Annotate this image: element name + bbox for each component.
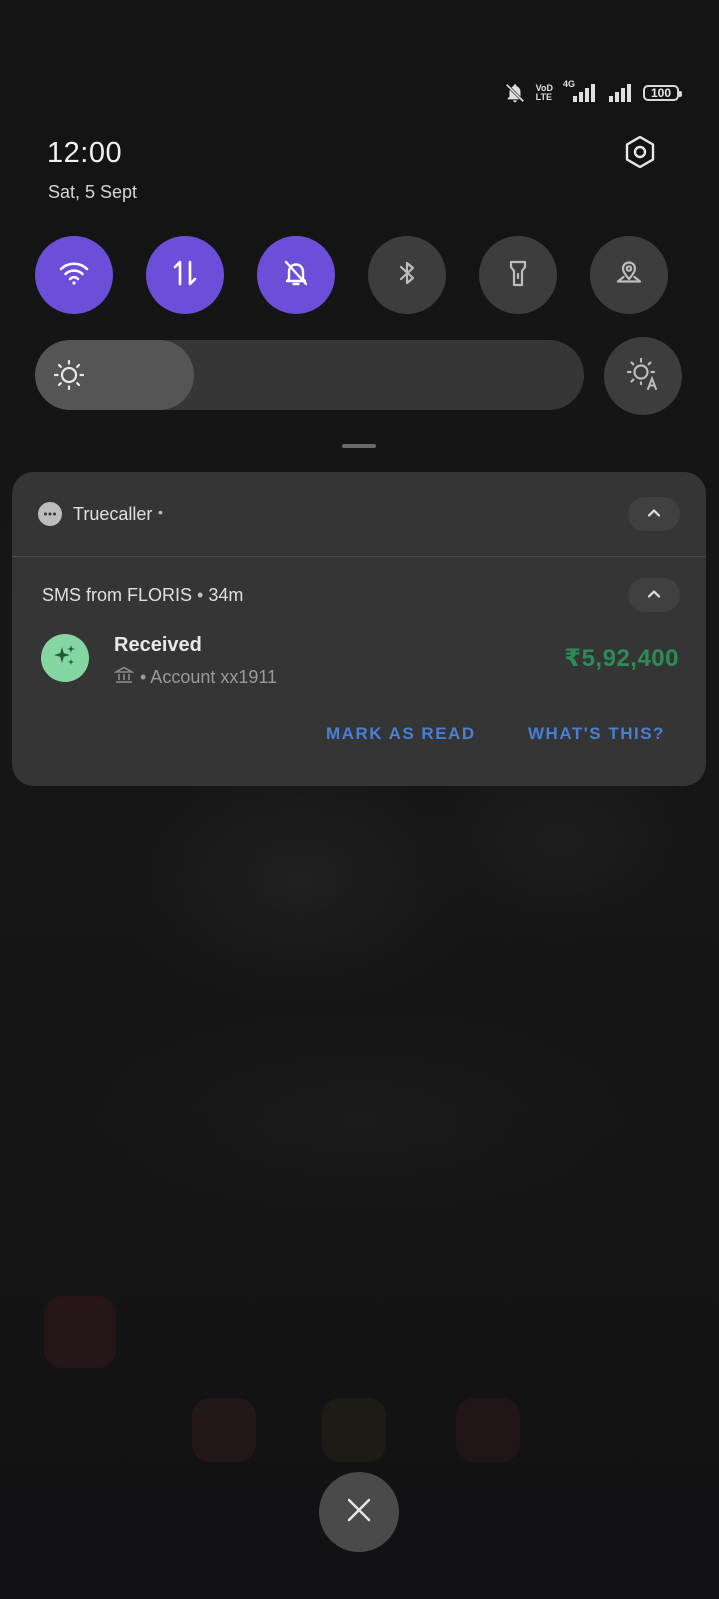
quick-settings-tiles — [35, 236, 679, 314]
collapse-sms-button[interactable] — [628, 578, 680, 612]
chevron-up-icon — [647, 586, 661, 604]
dimmed-app-icon — [322, 1398, 386, 1462]
auto-brightness-button[interactable] — [604, 337, 682, 415]
app-name: Truecaller — [73, 504, 153, 524]
battery-icon: 100 — [643, 85, 682, 101]
truecaller-notification[interactable]: Truecaller • SMS from FLORIS • 34m Recei… — [12, 472, 706, 786]
sms-age: 34m — [208, 585, 244, 605]
sms-sender: SMS from FLORIS — [42, 585, 193, 605]
volte-indicator: VoD LTE — [536, 84, 553, 102]
signal-icon — [607, 82, 633, 104]
whats-this-button[interactable]: WHAT'S THIS? — [528, 724, 665, 744]
signal-4g-icon: 4G — [563, 79, 597, 104]
sms-separator: • — [197, 585, 204, 605]
collapse-app-group-button[interactable] — [628, 497, 680, 531]
sender-avatar — [41, 634, 89, 682]
clock-time: 12:00 — [47, 137, 123, 169]
location-icon — [614, 258, 644, 293]
date-label: Sat, 5 Sept — [48, 182, 138, 202]
sms-header: SMS from FLORIS • 34m — [42, 585, 243, 606]
panel-drag-handle[interactable] — [342, 444, 376, 448]
app-name-dot: • — [158, 504, 163, 520]
bank-icon — [112, 665, 136, 690]
wifi-icon — [57, 256, 91, 295]
message-icon — [38, 502, 62, 526]
notification-divider — [12, 556, 706, 557]
battery-level: 100 — [650, 86, 672, 100]
mobile-data-tile[interactable] — [146, 236, 224, 314]
account-text: • Account xx1911 — [140, 667, 278, 687]
bluetooth-tile[interactable] — [368, 236, 446, 314]
flashlight-icon — [504, 258, 532, 293]
location-tile[interactable] — [590, 236, 668, 314]
bluetooth-icon — [393, 259, 421, 292]
do-not-disturb-tile[interactable] — [257, 236, 335, 314]
wifi-tile[interactable] — [35, 236, 113, 314]
sun-icon — [53, 359, 85, 396]
dimmed-app-icon — [192, 1398, 256, 1462]
notification-title: Received — [114, 634, 202, 656]
auto-brightness-icon — [625, 356, 661, 397]
flashlight-tile[interactable] — [479, 236, 557, 314]
network-type-label: 4G — [563, 79, 576, 89]
mobile-data-icon — [170, 258, 200, 293]
dnd-off-icon — [504, 82, 526, 104]
clear-notifications-button[interactable] — [319, 1472, 399, 1552]
mark-as-read-button[interactable]: MARK AS READ — [326, 724, 476, 744]
account-line: • Account xx1911 — [112, 665, 278, 690]
sparkle-icon — [52, 643, 78, 674]
settings-button[interactable] — [620, 134, 660, 174]
chevron-up-icon — [647, 505, 661, 523]
status-bar: VoD LTE 4G 100 — [504, 79, 682, 106]
volte-bottom-label: LTE — [535, 92, 552, 102]
close-icon — [346, 1497, 372, 1528]
dimmed-app-icon — [456, 1398, 520, 1462]
gear-icon — [623, 135, 657, 174]
bell-off-icon — [281, 258, 311, 293]
brightness-slider[interactable] — [35, 340, 584, 410]
notification-header: Truecaller • — [12, 472, 706, 556]
transaction-amount: ₹5,92,400 — [564, 645, 679, 672]
dimmed-app-icon — [44, 1296, 116, 1368]
